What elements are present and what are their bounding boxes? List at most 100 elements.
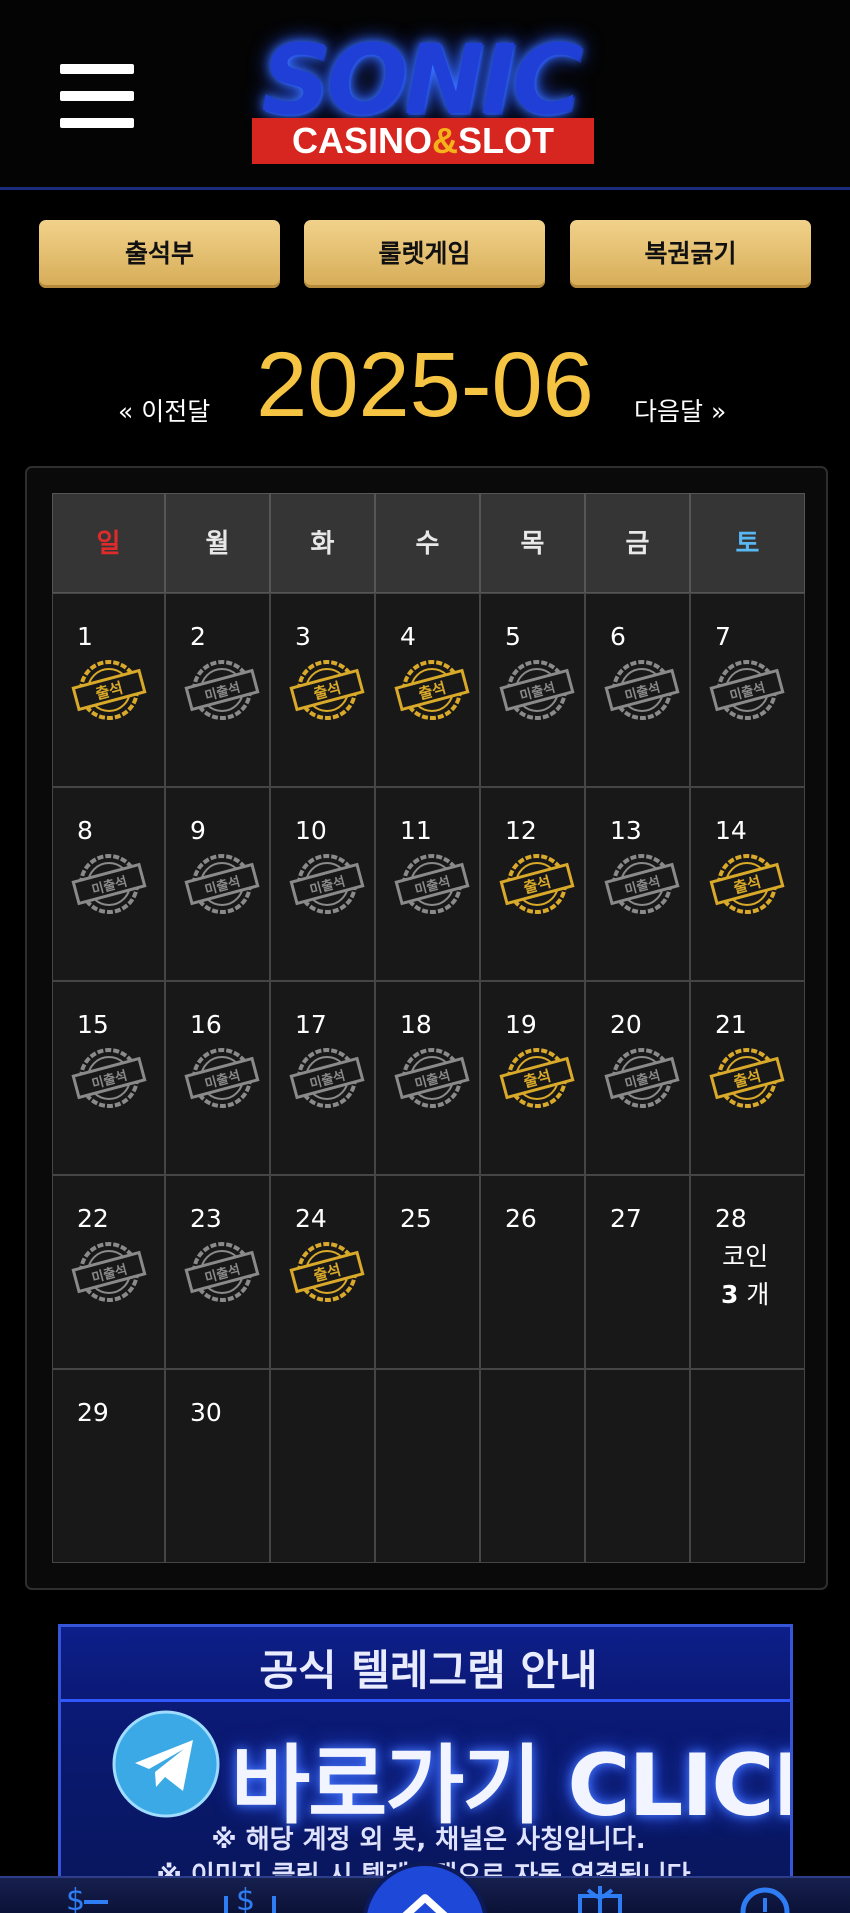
calendar-empty-cell	[375, 1369, 480, 1563]
day-number: 17	[295, 1010, 327, 1039]
month-navigation: « 이전달 2025-06 다음달 »	[0, 330, 850, 440]
calendar-day-cell[interactable]: 4 출석	[375, 593, 480, 787]
prev-month-link[interactable]: « 이전달	[118, 392, 210, 428]
day-number: 29	[77, 1398, 109, 1427]
day-number: 22	[77, 1204, 109, 1233]
calendar-day-cell[interactable]: 30	[165, 1369, 270, 1563]
calendar-day-cell[interactable]: 14 출석	[690, 787, 805, 981]
calendar-day-cell[interactable]: 3 출석	[270, 593, 375, 787]
calendar-day-cell[interactable]: 25	[375, 1175, 480, 1369]
hamburger-menu-icon[interactable]	[60, 64, 134, 128]
absent-stamp-icon: 미출석	[184, 854, 260, 914]
calendar-day-cell[interactable]: 23 미출석	[165, 1175, 270, 1369]
gift-icon[interactable]	[570, 1882, 630, 1913]
day-number: 8	[77, 816, 93, 845]
calendar-empty-cell	[585, 1369, 690, 1563]
site-logo[interactable]: SONIC CASINO&SLOT	[210, 22, 630, 167]
svg-text:$: $	[236, 1883, 255, 1913]
site-header: SONIC CASINO&SLOT	[0, 0, 850, 190]
absent-stamp-icon: 미출석	[604, 1048, 680, 1108]
calendar-day-cell[interactable]: 21 출석	[690, 981, 805, 1175]
deposit-icon[interactable]: $	[58, 1882, 118, 1913]
day-number: 7	[715, 622, 731, 651]
attendance-calendar: 일 월 화 수 목 금 토 1 출석 2 미출석 3 출석 4 출석 5 미출석 6 미출석 7 미출석 8 미출석 9 미출석…	[25, 466, 828, 1590]
calendar-day-cell[interactable]: 26	[480, 1175, 585, 1369]
weekday-header: 토	[690, 493, 805, 593]
calendar-day-cell[interactable]: 15 미출석	[52, 981, 165, 1175]
calendar-day-cell[interactable]: 28 코인 3 개	[690, 1175, 805, 1369]
absent-stamp-icon: 미출석	[499, 660, 575, 720]
day-number: 23	[190, 1204, 222, 1233]
calendar-day-cell[interactable]: 10 미출석	[270, 787, 375, 981]
coin-count: 3	[721, 1280, 739, 1309]
calendar-day-cell[interactable]: 29	[52, 1369, 165, 1563]
calendar-day-cell[interactable]: 5 미출석	[480, 593, 585, 787]
calendar-day-cell[interactable]: 18 미출석	[375, 981, 480, 1175]
history-icon[interactable]	[735, 1882, 795, 1913]
calendar-day-cell[interactable]: 17 미출석	[270, 981, 375, 1175]
day-number: 13	[610, 816, 642, 845]
day-number: 5	[505, 622, 521, 651]
calendar-day-cell[interactable]: 20 미출석	[585, 981, 690, 1175]
absent-stamp-icon: 미출석	[604, 660, 680, 720]
telegram-icon	[112, 1710, 220, 1818]
home-button[interactable]	[362, 1862, 488, 1913]
attended-stamp-icon: 출석	[289, 660, 365, 720]
absent-stamp-icon: 미출석	[289, 1048, 365, 1108]
day-number: 14	[715, 816, 747, 845]
calendar-day-cell[interactable]: 11 미출석	[375, 787, 480, 981]
weekday-header: 화	[270, 493, 375, 593]
day-number: 2	[190, 622, 206, 651]
calendar-day-cell[interactable]: 19 출석	[480, 981, 585, 1175]
attended-stamp-icon: 출석	[71, 660, 147, 720]
attended-stamp-icon: 출석	[499, 854, 575, 914]
calendar-grid: 일 월 화 수 목 금 토 1 출석 2 미출석 3 출석 4 출석 5 미출석 6 미출석 7 미출석 8 미출석 9 미출석…	[52, 493, 805, 1563]
next-month-link[interactable]: 다음달 »	[634, 392, 726, 428]
absent-stamp-icon: 미출석	[184, 660, 260, 720]
weekday-header: 목	[480, 493, 585, 593]
calendar-day-cell[interactable]: 1 출석	[52, 593, 165, 787]
calendar-day-cell[interactable]: 2 미출석	[165, 593, 270, 787]
banner-note-1: ※ 해당 계정 외 봇, 채널은 사칭입니다.	[211, 1825, 646, 1855]
absent-stamp-icon: 미출석	[709, 660, 785, 720]
absent-stamp-icon: 미출석	[71, 1242, 147, 1302]
calendar-day-cell[interactable]: 13 미출석	[585, 787, 690, 981]
banner-title: 공식 텔레그램 안내	[259, 1646, 598, 1695]
absent-stamp-icon: 미출석	[604, 854, 680, 914]
day-number: 20	[610, 1010, 642, 1039]
calendar-day-cell[interactable]: 6 미출석	[585, 593, 690, 787]
day-number: 9	[190, 816, 206, 845]
day-number: 21	[715, 1010, 747, 1039]
calendar-day-cell[interactable]: 24 출석	[270, 1175, 375, 1369]
calendar-day-cell[interactable]: 16 미출석	[165, 981, 270, 1175]
weekday-header: 일	[52, 493, 165, 593]
tab-roulette[interactable]: 룰렛게임	[304, 220, 545, 288]
calendar-day-cell[interactable]: 9 미출석	[165, 787, 270, 981]
absent-stamp-icon: 미출석	[184, 1048, 260, 1108]
day-number: 4	[400, 622, 416, 651]
calendar-empty-cell	[270, 1369, 375, 1563]
withdraw-icon[interactable]: $	[220, 1882, 280, 1913]
weekday-header: 수	[375, 493, 480, 593]
day-number: 28	[715, 1204, 747, 1233]
day-number: 15	[77, 1010, 109, 1039]
absent-stamp-icon: 미출석	[71, 854, 147, 914]
calendar-day-cell[interactable]: 27	[585, 1175, 690, 1369]
day-number: 1	[77, 622, 93, 651]
calendar-day-cell[interactable]: 8 미출석	[52, 787, 165, 981]
calendar-empty-cell	[690, 1369, 805, 1563]
month-title: 2025-06	[256, 334, 594, 436]
tab-scratch-lottery[interactable]: 복권긁기	[570, 220, 811, 288]
calendar-day-cell[interactable]: 12 출석	[480, 787, 585, 981]
coin-label: 코인	[722, 1242, 769, 1271]
tab-attendance[interactable]: 출석부	[39, 220, 280, 288]
calendar-day-cell[interactable]: 22 미출석	[52, 1175, 165, 1369]
day-number: 30	[190, 1398, 222, 1427]
day-number: 16	[190, 1010, 222, 1039]
attended-stamp-icon: 출석	[709, 854, 785, 914]
home-icon	[402, 1894, 448, 1913]
calendar-day-cell[interactable]: 7 미출석	[690, 593, 805, 787]
banner-divider	[61, 1699, 790, 1702]
attended-stamp-icon: 출석	[709, 1048, 785, 1108]
absent-stamp-icon: 미출석	[71, 1048, 147, 1108]
